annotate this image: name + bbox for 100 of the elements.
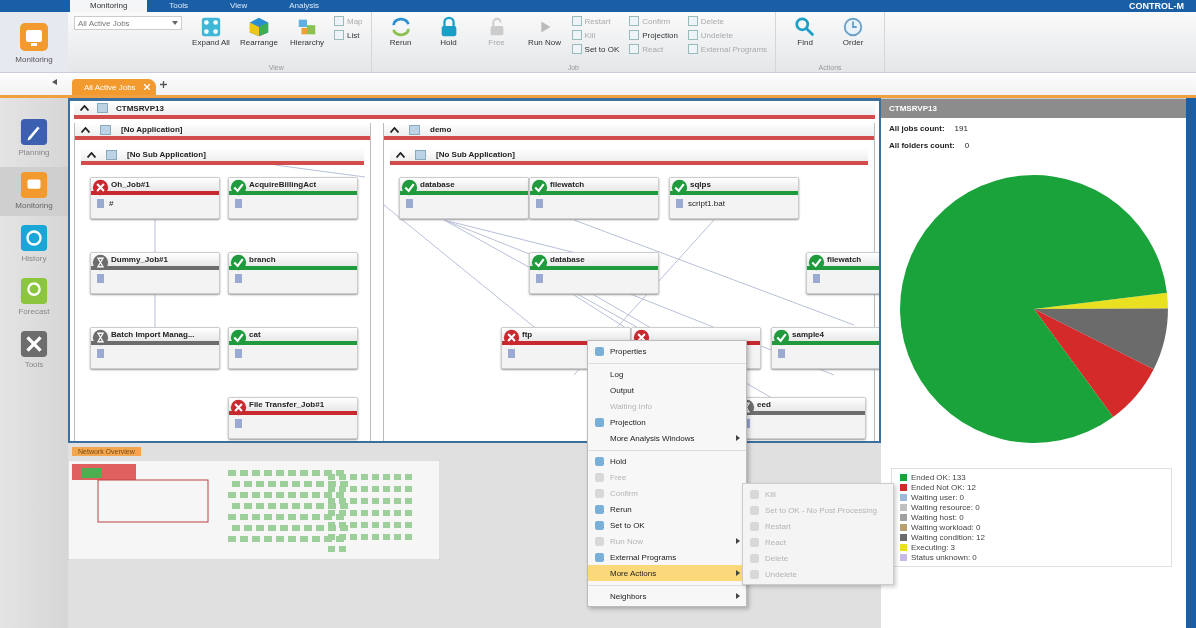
ribbon-tab[interactable]: View bbox=[210, 0, 268, 12]
job-type-icon bbox=[813, 274, 820, 283]
stat-value: 0 bbox=[964, 141, 970, 150]
job-name: AcquireBillingAct bbox=[249, 180, 317, 189]
collapse-icon[interactable] bbox=[52, 79, 57, 85]
ribbon-button[interactable]: List bbox=[332, 28, 365, 42]
small-square-icon bbox=[629, 44, 640, 54]
legend-label: Executing: 3 bbox=[911, 543, 956, 552]
stat-value: 191 bbox=[954, 124, 968, 133]
brand-logo-text: CONTROL-M bbox=[1129, 1, 1184, 11]
pencil-icon bbox=[20, 118, 48, 146]
menu-item[interactable]: Set to OK bbox=[588, 517, 746, 533]
new-tab-icon[interactable] bbox=[159, 81, 167, 90]
ribbon-button[interactable]: Expand All bbox=[188, 14, 234, 49]
small-square-icon bbox=[629, 30, 640, 40]
job-node[interactable]: database bbox=[399, 177, 529, 219]
job-node[interactable]: cat bbox=[228, 327, 358, 369]
monitor-icon bbox=[20, 171, 48, 199]
submenu-arrow-icon bbox=[736, 593, 740, 599]
legend-label: Ended Not OK: 12 bbox=[911, 483, 976, 492]
job-node[interactable]: sample4 bbox=[771, 327, 879, 369]
tools-icon bbox=[20, 330, 48, 358]
job-node[interactable]: File Transfer_Job#1 bbox=[228, 397, 358, 439]
job-node[interactable]: branch bbox=[228, 252, 358, 294]
job-name: Dummy_Job#1 bbox=[111, 255, 168, 264]
menu-item[interactable]: Neighbors bbox=[588, 585, 746, 604]
job-node[interactable]: filewatch bbox=[806, 252, 879, 294]
ribbon-button[interactable]: Projection bbox=[627, 28, 680, 42]
job-name: branch bbox=[249, 255, 276, 264]
job-type-icon bbox=[406, 199, 413, 208]
ribbon-button[interactable]: Hierarchy bbox=[284, 14, 330, 49]
job-detail: # bbox=[109, 199, 114, 208]
menu-item[interactable]: External Programs bbox=[588, 549, 746, 565]
job-name: File Transfer_Job#1 bbox=[249, 400, 325, 409]
collapse-chevron-icon[interactable] bbox=[396, 151, 405, 158]
ribbon-button[interactable]: Order bbox=[830, 14, 877, 49]
menu-item[interactable]: Log bbox=[588, 363, 746, 382]
job-name: eed bbox=[757, 400, 771, 409]
job-name: filewatch bbox=[827, 255, 862, 264]
menu-item[interactable]: Hold bbox=[588, 450, 746, 469]
stat-label: All folders count: bbox=[889, 141, 955, 150]
job-name: sample4 bbox=[792, 330, 825, 339]
job-name: sqlps bbox=[690, 180, 711, 189]
job-type-icon bbox=[97, 199, 104, 208]
job-node[interactable]: Dummy_Job#1 bbox=[90, 252, 220, 294]
ribbon-button[interactable]: Rerun bbox=[377, 14, 424, 49]
ribbon-tab[interactable]: Analysis bbox=[269, 0, 340, 12]
job-node[interactable]: Batch Import Manag... bbox=[90, 327, 220, 369]
job-name: ftp bbox=[522, 330, 533, 339]
circular-arrows-icon bbox=[389, 16, 412, 38]
ribbon-button[interactable]: Run Now bbox=[521, 14, 568, 49]
submenu-arrow-icon bbox=[736, 435, 740, 441]
view-filter-dropdown[interactable]: All Active Jobs bbox=[74, 16, 182, 30]
legend-label: Waiting host: 0 bbox=[911, 513, 964, 522]
ribbon-button[interactable]: Rearrange bbox=[236, 14, 282, 49]
ribbon-button[interactable]: Hold bbox=[425, 14, 472, 49]
ribbon-tab[interactable]: Monitoring bbox=[70, 0, 148, 12]
job-type-icon bbox=[536, 199, 543, 208]
server-icon bbox=[97, 103, 108, 113]
small-square-icon bbox=[571, 16, 582, 26]
job-type-icon bbox=[676, 199, 683, 208]
job-node[interactable]: database bbox=[529, 252, 659, 294]
legend-label: Ended OK: 133 bbox=[911, 473, 966, 482]
job-detail: script1.bat bbox=[688, 199, 725, 208]
job-node[interactable]: sqlps script1.bat bbox=[669, 177, 799, 219]
ribbon-button[interactable]: Find bbox=[782, 14, 829, 49]
search-icon bbox=[794, 16, 817, 38]
collapse-chevron-icon[interactable] bbox=[390, 126, 399, 133]
menu-item-icon bbox=[594, 346, 604, 356]
collapse-chevron-icon[interactable] bbox=[80, 105, 89, 111]
job-name: Oh_Job#1 bbox=[111, 180, 150, 189]
application-name: [No Application] bbox=[121, 125, 183, 134]
application-name: demo bbox=[430, 125, 452, 134]
job-name: database bbox=[420, 180, 455, 189]
small-square-icon bbox=[687, 16, 698, 26]
job-type-icon bbox=[235, 349, 242, 358]
collapse-chevron-icon[interactable] bbox=[87, 151, 96, 158]
small-square-icon bbox=[629, 16, 640, 26]
monitoring-app-button[interactable]: Monitoring bbox=[0, 12, 68, 72]
sidebar-item[interactable]: Monitoring bbox=[0, 167, 68, 216]
collapse-chevron-icon[interactable] bbox=[81, 126, 90, 133]
job-name: cat bbox=[249, 330, 261, 339]
cube-icon bbox=[248, 16, 270, 38]
sub-application-name: [No Sub Application] bbox=[127, 150, 206, 159]
job-node[interactable]: filewatch bbox=[529, 177, 659, 219]
expand-grid-icon bbox=[200, 16, 222, 38]
ribbon-tab[interactable]: Tools bbox=[149, 0, 209, 12]
small-square-icon bbox=[571, 44, 582, 54]
menu-item[interactable]: Output bbox=[588, 382, 746, 398]
panel-title: CTMSRVP13 bbox=[881, 99, 1186, 118]
job-node[interactable]: AcquireBillingAct bbox=[228, 177, 358, 219]
legend-label: Status unknown: 0 bbox=[911, 553, 977, 562]
job-name: filewatch bbox=[550, 180, 585, 189]
job-type-icon bbox=[97, 349, 104, 358]
ribbon-button[interactable]: Set to OK bbox=[569, 42, 622, 56]
job-node[interactable]: Oh_Job#1 # bbox=[90, 177, 220, 219]
menu-item[interactable]: Rerun bbox=[588, 501, 746, 517]
job-type-icon bbox=[536, 274, 543, 283]
job-type-icon bbox=[235, 199, 242, 208]
stat-label: All jobs count: bbox=[889, 124, 945, 133]
